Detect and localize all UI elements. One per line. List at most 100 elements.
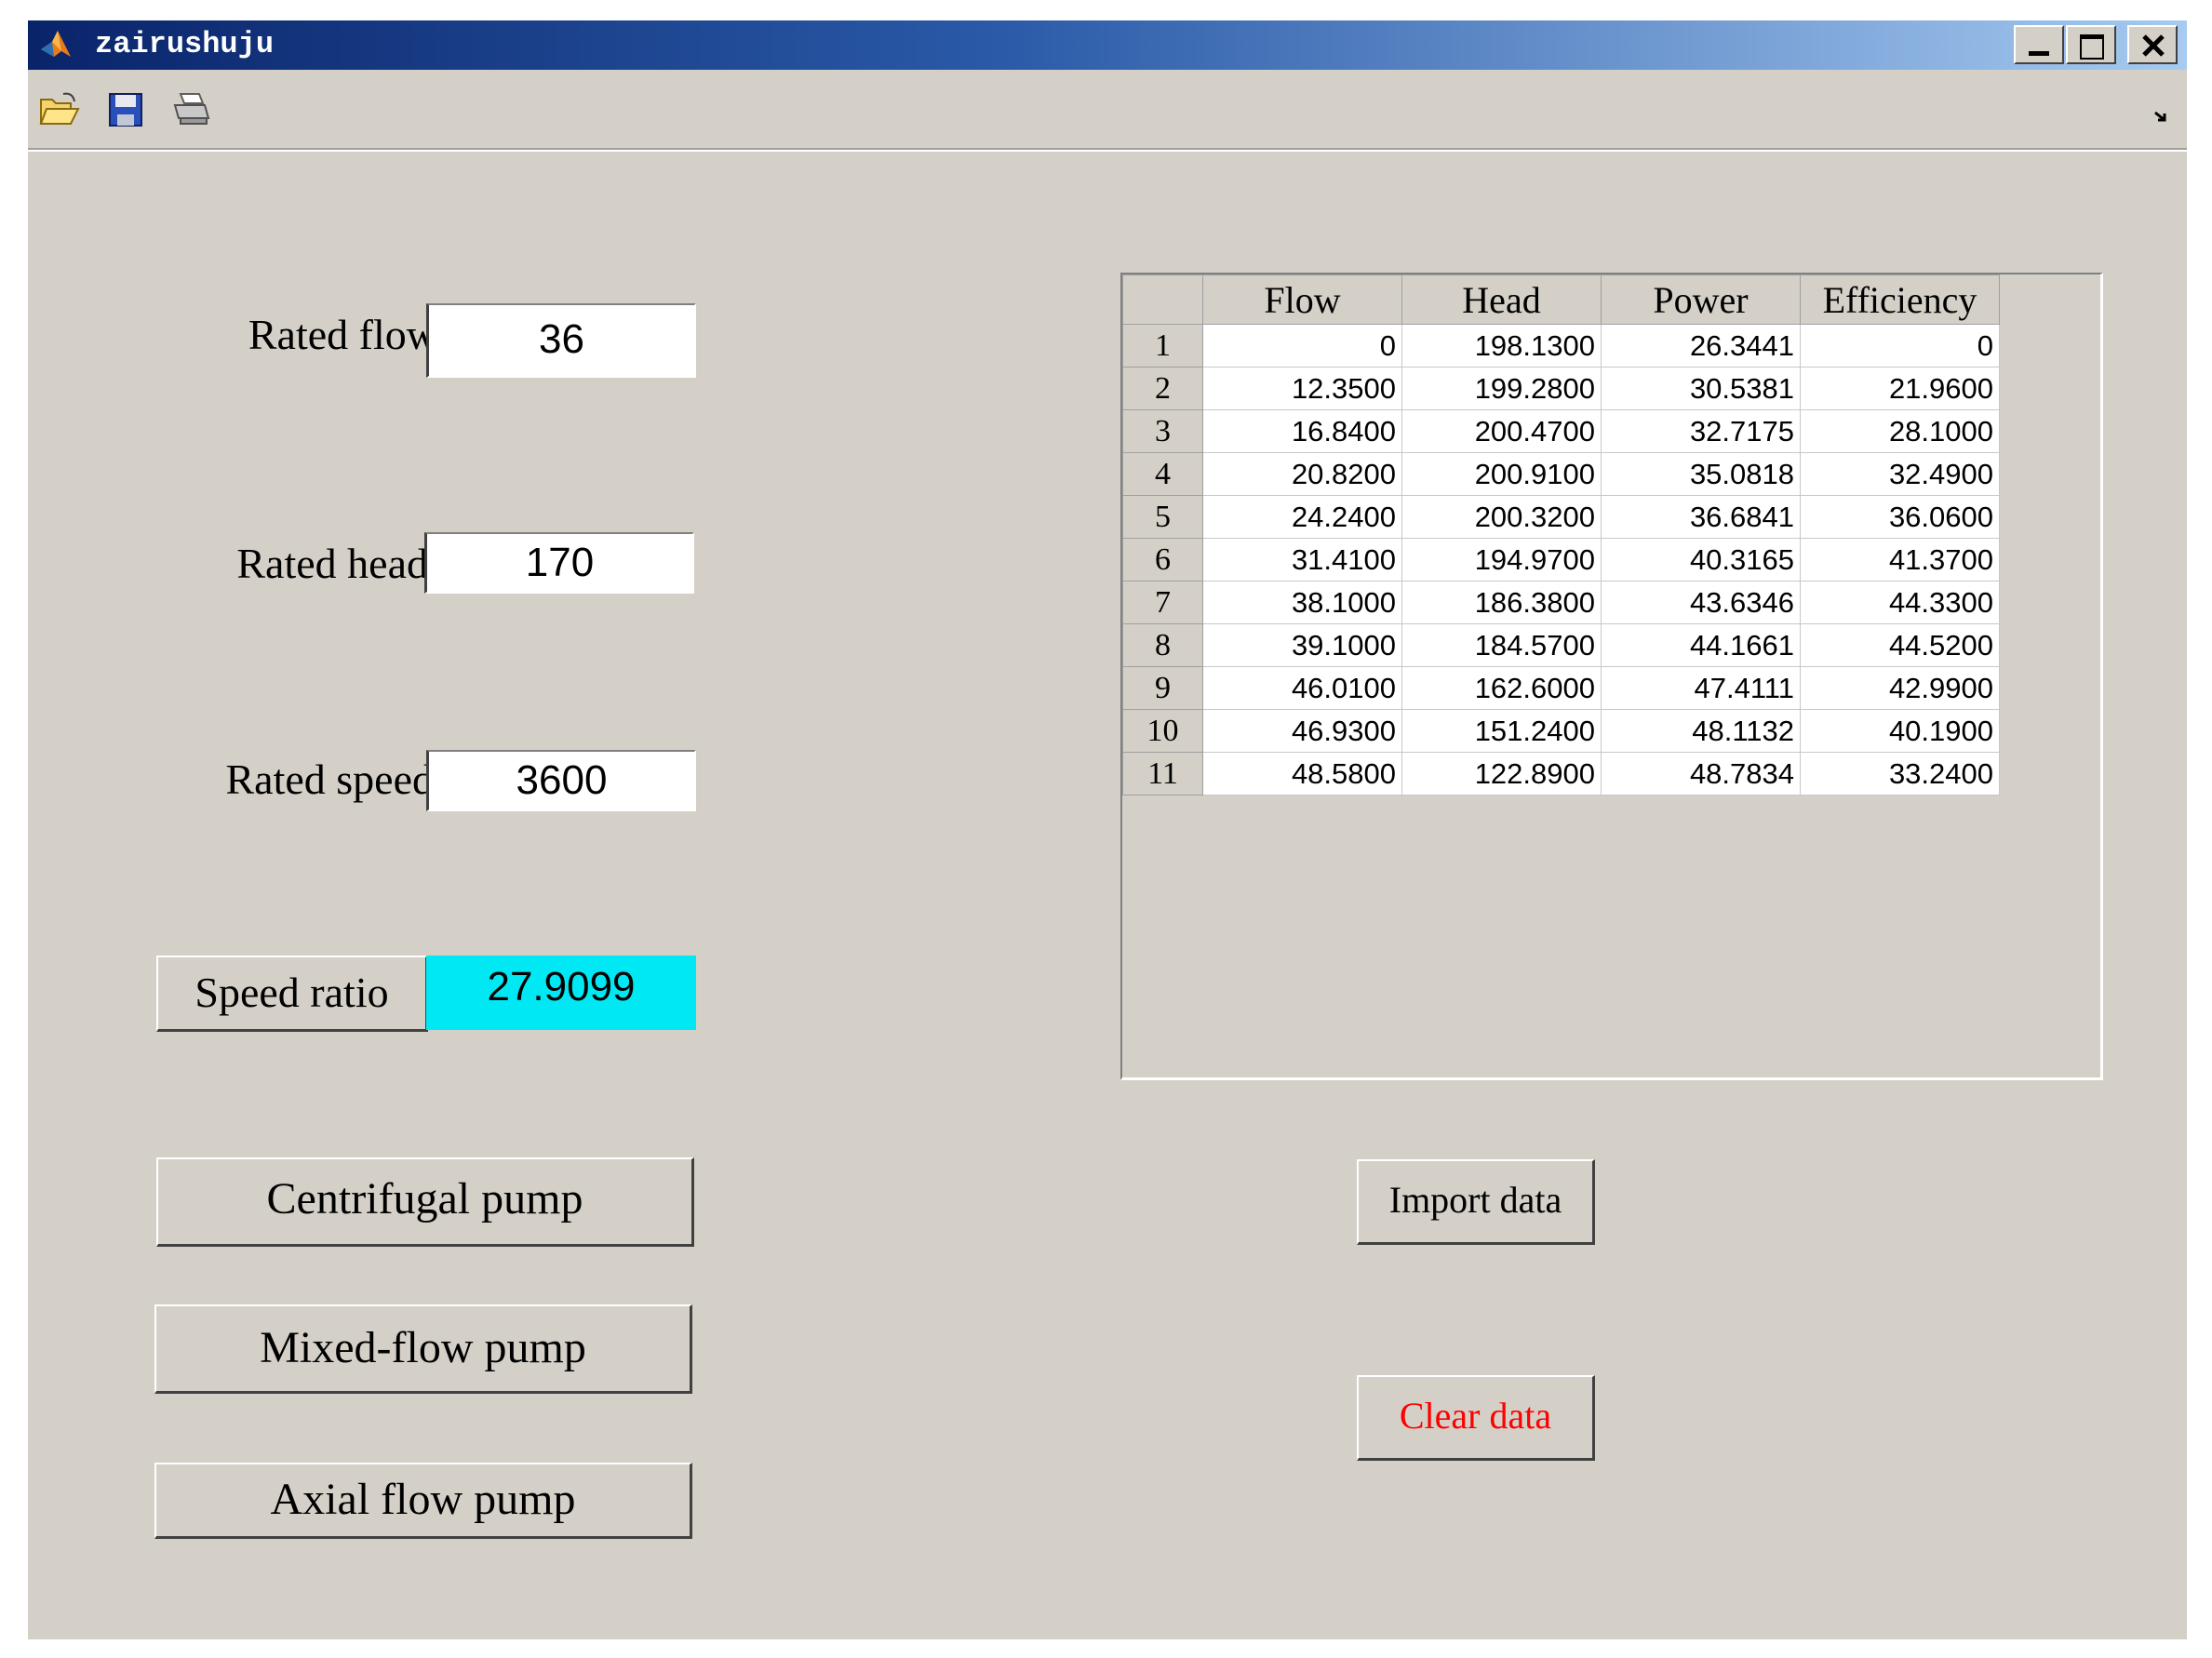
table-cell[interactable]: 184.5700 [1401,623,1602,667]
table-row: 5 24.2400 200.3200 36.6841 36.0600 [1122,495,2000,539]
table-cell[interactable]: 32.4900 [1800,452,2000,496]
row-number[interactable]: 9 [1122,666,1203,710]
table-cell[interactable]: 33.2400 [1800,752,2000,796]
dock-arrow-icon[interactable] [2153,109,2170,126]
table-cell[interactable]: 48.1132 [1601,709,1801,753]
app-window: zairushuju Rated flow 36 Rated head 170 … [28,20,2187,1639]
table-row: 9 46.0100 162.6000 47.4111 42.9900 [1122,666,2000,710]
table-cell[interactable]: 0 [1800,324,2000,368]
rated-flow-input[interactable]: 36 [426,303,696,378]
table-cell[interactable]: 198.1300 [1401,324,1602,368]
mixed-flow-pump-button[interactable]: Mixed-flow pump [154,1304,692,1394]
row-number[interactable]: 4 [1122,452,1203,496]
table-cell[interactable]: 12.3500 [1202,367,1402,410]
table-cell[interactable]: 48.5800 [1202,752,1402,796]
table-cell[interactable]: 40.3165 [1601,538,1801,582]
table-cell[interactable]: 186.3800 [1401,581,1602,624]
table-cell[interactable]: 48.7834 [1601,752,1801,796]
table-cell[interactable]: 43.6346 [1601,581,1801,624]
table-cell[interactable]: 41.3700 [1800,538,2000,582]
table-cell[interactable]: 162.6000 [1401,666,1602,710]
column-header-efficiency[interactable]: Efficiency [1800,274,2000,325]
close-icon [2142,34,2165,57]
table-cell[interactable]: 36.0600 [1800,495,2000,539]
table-row: 4 20.8200 200.9100 35.0818 32.4900 [1122,452,2000,496]
table-row: 2 12.3500 199.2800 30.5381 21.9600 [1122,367,2000,410]
table-row: 8 39.1000 184.5700 44.1661 44.5200 [1122,623,2000,667]
row-number[interactable]: 3 [1122,409,1203,453]
table-cell[interactable]: 39.1000 [1202,623,1402,667]
table-cell[interactable]: 44.3300 [1800,581,2000,624]
table-row: 11 48.5800 122.8900 48.7834 33.2400 [1122,752,2000,796]
table-corner-header [1122,274,1203,325]
table-cell[interactable]: 199.2800 [1401,367,1602,410]
speed-ratio-button[interactable]: Speed ratio [156,956,428,1032]
table-cell[interactable]: 21.9600 [1800,367,2000,410]
table-cell[interactable]: 44.5200 [1800,623,2000,667]
table-cell[interactable]: 122.8900 [1401,752,1602,796]
minimize-button[interactable] [2014,25,2064,64]
row-number[interactable]: 2 [1122,367,1203,410]
window-title: zairushuju [95,27,275,61]
save-icon[interactable] [106,90,147,127]
centrifugal-pump-button[interactable]: Centrifugal pump [156,1157,694,1247]
table-cell[interactable]: 20.8200 [1202,452,1402,496]
table-cell[interactable]: 151.2400 [1401,709,1602,753]
table-body: 1 0 198.1300 26.3441 0 2 12.3500 199.2800 30.538… [1122,324,2000,796]
data-table-panel[interactable]: Flow Head Power Efficiency 1 0 198.1300 26.… [1120,273,2103,1080]
table-cell[interactable]: 46.9300 [1202,709,1402,753]
table-cell[interactable]: 26.3441 [1601,324,1801,368]
table-row: 6 31.4100 194.9700 40.3165 41.3700 [1122,538,2000,582]
open-folder-icon[interactable] [39,90,80,127]
row-number[interactable]: 7 [1122,581,1203,624]
table-row: 1 0 198.1300 26.3441 0 [1122,324,2000,368]
table-cell[interactable]: 40.1900 [1800,709,2000,753]
table-row: 7 38.1000 186.3800 43.6346 44.3300 [1122,581,2000,624]
print-icon[interactable] [171,90,212,127]
rated-head-input[interactable]: 170 [424,532,694,594]
rated-head-label: Rated head [236,540,428,587]
table-cell[interactable]: 32.7175 [1601,409,1801,453]
table-cell[interactable]: 24.2400 [1202,495,1402,539]
row-number[interactable]: 10 [1122,709,1203,753]
rated-speed-input[interactable]: 3600 [426,750,696,811]
title-bar[interactable]: zairushuju [28,20,2187,70]
table-cell[interactable]: 44.1661 [1601,623,1801,667]
table-row: 3 16.8400 200.4700 32.7175 28.1000 [1122,409,2000,453]
table-row: 10 46.9300 151.2400 48.1132 40.1900 [1122,709,2000,753]
rated-speed-label: Rated speed [225,755,434,803]
column-header-head[interactable]: Head [1401,274,1602,325]
matlab-logo-icon [41,31,71,57]
table-cell[interactable]: 0 [1202,324,1402,368]
maximize-button[interactable] [2066,25,2116,64]
close-button[interactable] [2127,25,2178,64]
table-cell[interactable]: 30.5381 [1601,367,1801,410]
table-cell[interactable]: 28.1000 [1800,409,2000,453]
table-cell[interactable]: 38.1000 [1202,581,1402,624]
axial-flow-pump-button[interactable]: Axial flow pump [154,1463,692,1539]
column-header-power[interactable]: Power [1601,274,1801,325]
import-data-button[interactable]: Import data [1357,1159,1595,1245]
toolbar [28,70,2187,150]
table-cell[interactable]: 16.8400 [1202,409,1402,453]
column-header-flow[interactable]: Flow [1202,274,1402,325]
clear-data-button[interactable]: Clear data [1357,1375,1595,1461]
speed-ratio-value: 27.9099 [426,956,696,1030]
table-cell[interactable]: 200.9100 [1401,452,1602,496]
table-cell[interactable]: 200.4700 [1401,409,1602,453]
row-number[interactable]: 11 [1122,752,1203,796]
row-number[interactable]: 6 [1122,538,1203,582]
table-cell[interactable]: 42.9900 [1800,666,2000,710]
row-number[interactable]: 1 [1122,324,1203,368]
row-number[interactable]: 5 [1122,495,1203,539]
table-cell[interactable]: 194.9700 [1401,538,1602,582]
table-cell[interactable]: 46.0100 [1202,666,1402,710]
table-cell[interactable]: 47.4111 [1601,666,1801,710]
table-cell[interactable]: 200.3200 [1401,495,1602,539]
row-number[interactable]: 8 [1122,623,1203,667]
table-cell[interactable]: 31.4100 [1202,538,1402,582]
table-header-row: Flow Head Power Efficiency [1122,274,2000,325]
data-table: Flow Head Power Efficiency 1 0 198.1300 26.… [1122,274,2000,796]
table-cell[interactable]: 36.6841 [1601,495,1801,539]
table-cell[interactable]: 35.0818 [1601,452,1801,496]
